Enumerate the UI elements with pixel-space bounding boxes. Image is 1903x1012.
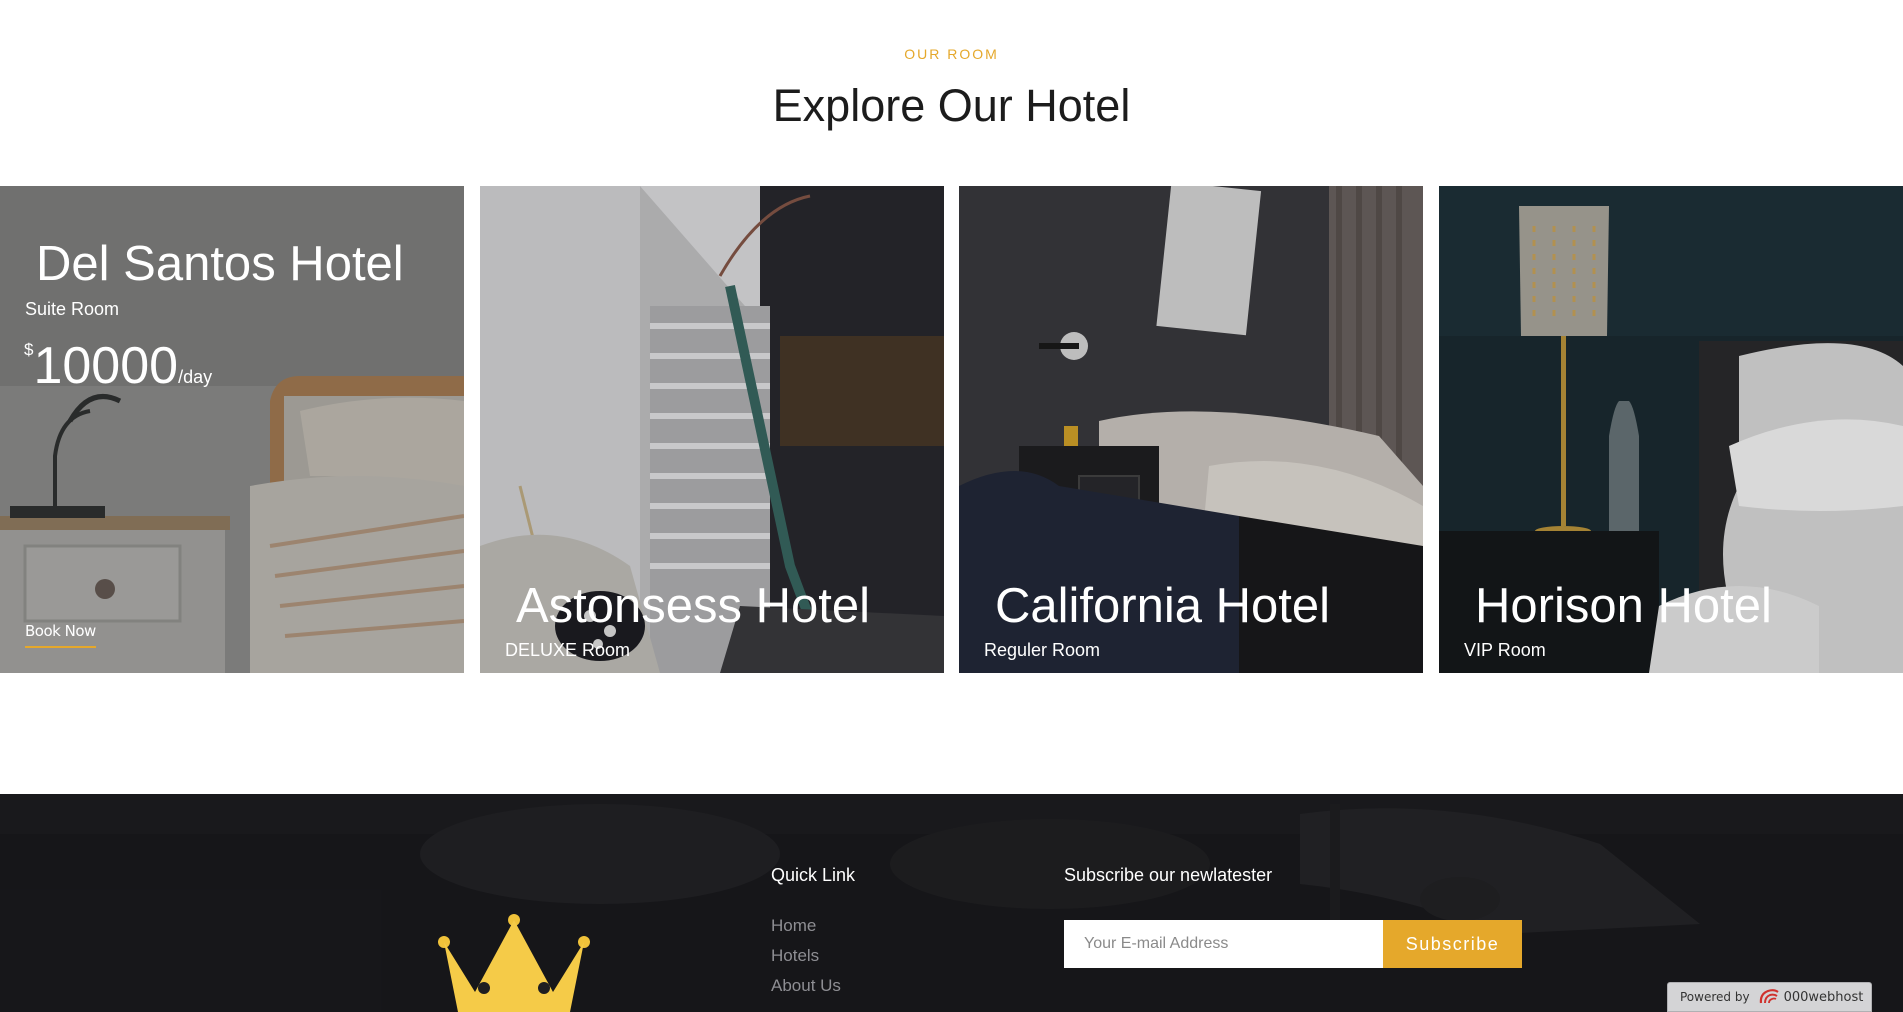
footer-link-about[interactable]: About Us: [771, 976, 841, 996]
site-footer: Quick Link Home Hotels About Us Subscrib…: [0, 794, 1903, 1012]
room-section: OUR ROOM Explore Our Hotel Del Santos Ho…: [0, 0, 1903, 794]
powered-by-badge[interactable]: Powered by 000webhost: [1667, 982, 1872, 1012]
hotel-name: Astonsess Hotel: [516, 579, 871, 633]
book-now-link[interactable]: Book Now: [25, 622, 96, 648]
hotel-card-horison[interactable]: Horison Hotel VIP Room: [1439, 186, 1903, 673]
footer-link-home[interactable]: Home: [771, 916, 816, 936]
powered-by-text: Powered by: [1680, 990, 1750, 1004]
hotel-card-california[interactable]: California Hotel Reguler Room: [959, 186, 1423, 673]
hotel-name: Horison Hotel: [1475, 579, 1772, 633]
footer-background-photo: [0, 794, 1903, 1012]
hotel-card-del-santos[interactable]: Del Santos Hotel Suite Room $10000/day B…: [0, 186, 464, 673]
hotel-card-astonsess[interactable]: Astonsess Hotel DELUXE Room: [480, 186, 944, 673]
price-unit: /day: [178, 367, 213, 387]
section-title: Explore Our Hotel: [772, 80, 1131, 131]
room-type: VIP Room: [1464, 640, 1546, 660]
price-currency: $: [24, 340, 34, 359]
subscribe-button[interactable]: Subscribe: [1383, 920, 1522, 968]
room-type: Reguler Room: [984, 640, 1101, 660]
footer-link-hotels[interactable]: Hotels: [771, 946, 819, 966]
room-type: Suite Room: [25, 299, 120, 319]
hotel-name: Del Santos Hotel: [36, 237, 404, 291]
000webhost-icon: [1758, 988, 1780, 1006]
price-amount: 10000: [33, 337, 179, 395]
hotel-name: California Hotel: [995, 579, 1330, 633]
powered-by-brand: 000webhost: [1783, 989, 1864, 1005]
newsletter-title: Subscribe our newlatester: [1064, 865, 1273, 885]
room-price: $10000/day: [24, 336, 212, 396]
email-input[interactable]: [1064, 920, 1383, 968]
room-type: DELUXE Room: [505, 640, 631, 660]
crown-icon: [438, 914, 590, 1012]
section-eyebrow: OUR ROOM: [904, 46, 999, 62]
quick-link-title: Quick Link: [771, 865, 856, 885]
